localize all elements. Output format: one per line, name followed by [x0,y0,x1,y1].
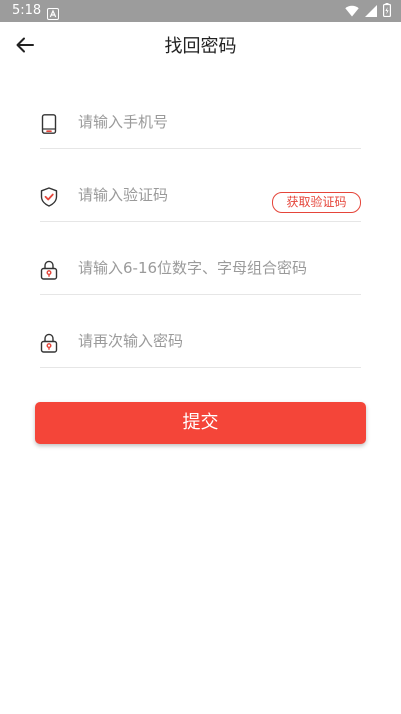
phone-icon [40,114,58,134]
password-row [40,240,361,295]
phone-row [40,94,361,149]
status-time: 5:18 [12,3,42,18]
lock-icon [40,333,58,353]
lock-icon [40,260,58,280]
password-input[interactable] [78,254,359,282]
page-title: 找回密码 [164,36,237,57]
battery-icon [383,2,392,21]
status-icons [345,2,392,21]
status-bar: 5:18 [0,0,401,22]
nav-bar: 找回密码 [0,22,401,72]
phone-input[interactable] [78,108,298,136]
a-letter-icon [47,5,59,20]
signal-icon [365,2,377,21]
wifi-icon [345,2,359,21]
code-row: 获取验证码 [40,167,361,222]
confirm-password-row [40,313,361,368]
confirm-password-input[interactable] [78,327,298,355]
shield-check-icon [40,187,58,207]
submit-button[interactable]: 提交 [35,402,366,444]
get-code-button[interactable]: 获取验证码 [272,192,361,213]
code-input[interactable] [78,181,298,209]
